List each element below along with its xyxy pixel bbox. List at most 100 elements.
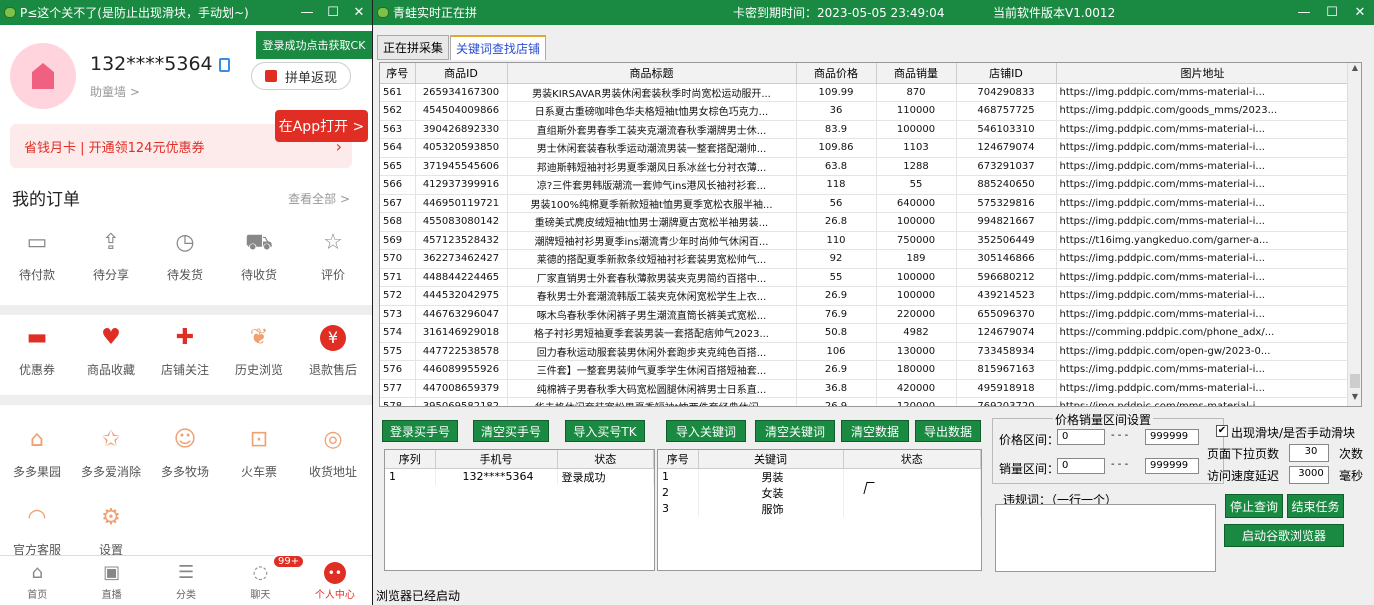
cell-title: 莱德的搭配夏季新款条纹短袖衬衫套装男宽松帅气... (507, 249, 797, 269)
table-row[interactable]: 571 448844224465 厂家直销男士外套春秋薄款男装夹克男简约百搭中...… (380, 268, 1350, 287)
table-row[interactable]: 561 265934167300 男装KIRSAVAR男装休闲套装秋季时尚宽松运动服… (380, 83, 1350, 102)
order-item-to-ship[interactable]: ◷ 待发货 (148, 230, 222, 305)
service-refund[interactable]: ¥ 退款售后 (296, 325, 370, 395)
import-keyword-button[interactable]: 导入关键词 (666, 420, 746, 442)
stop-query-button[interactable]: 停止查询 (1225, 494, 1283, 518)
service-favorites[interactable]: ♥ 商品收藏 (74, 325, 148, 395)
buyer-col-phone[interactable]: 手机号 (435, 450, 558, 469)
table-row[interactable]: 568 455083080142 重磅美式麂皮绒短袖t恤男士潮牌夏古宽松半袖男装..… (380, 212, 1350, 232)
table-row[interactable]: 1 132****5364 登录成功 (385, 468, 654, 485)
service-coupon[interactable]: ▬ 优惠券 (0, 325, 74, 395)
keyword-col-index[interactable]: 序号 (658, 450, 699, 469)
games-row: ⌂ 多多果园 ✩ 多多爱消除 ☺ 多多牧场 ⊡ 火车票 ◎ 收货地址 (0, 405, 372, 485)
nav-home[interactable]: ⌂ 首页 (0, 556, 74, 605)
keyword-col-status[interactable]: 状态 (843, 450, 981, 469)
scroll-thumb[interactable] (1350, 374, 1360, 388)
clear-buyer-button[interactable]: 清空买手号 (473, 420, 549, 442)
page-count-input[interactable]: 30 (1289, 444, 1329, 462)
avatar[interactable] (10, 43, 76, 109)
keyword-col-keyword[interactable]: 关键词 (698, 450, 844, 469)
tab-collect[interactable]: 正在拼采集 (377, 35, 450, 60)
wall-link[interactable]: 助童墙 > (90, 83, 140, 100)
cell-image-url: https://img.pddpic.com/mms-material-i... (1056, 268, 1350, 287)
tab-keyword-shop[interactable]: 关键词查找店铺 (450, 35, 547, 60)
service-followed-shops[interactable]: ✚ 店铺关注 (148, 325, 222, 395)
buyer-phone: 132****5364 (435, 468, 558, 485)
table-row[interactable]: 566 412937399916 凉?三件套男韩版潮流一套帅气ins港风长袖衬衫套.… (380, 175, 1350, 195)
sales-min-input[interactable]: 0 (1057, 458, 1105, 474)
game-match[interactable]: ✩ 多多爱消除 (74, 427, 148, 485)
scroll-down-icon[interactable]: ▼ (1348, 392, 1361, 406)
settings-item[interactable]: ⚙ 设置 (74, 505, 148, 557)
col-header-index[interactable]: 序号 (380, 63, 416, 84)
buyer-col-index[interactable]: 序列 (385, 450, 436, 469)
order-item-to-share[interactable]: ⇪ 待分享 (74, 230, 148, 305)
delay-input[interactable]: 3000 (1289, 466, 1329, 484)
order-item-unpaid[interactable]: ▭ 待付款 (0, 230, 74, 305)
maximize-button[interactable]: ☐ (1318, 5, 1346, 20)
banned-words-textarea[interactable] (995, 504, 1216, 572)
table-row[interactable]: 563 390426892330 直组斯外套男春季工装夹克潮流春秋季潮牌男士休...… (380, 120, 1350, 139)
customer-service[interactable]: ◠ 官方客服 (0, 505, 74, 557)
table-row[interactable]: 565 371945545606 邦迪斯韩短袖衬衫男夏季潮风日系冰丝七分衬衣薄...… (380, 157, 1350, 176)
open-in-app-button[interactable]: 在App打开 > (275, 110, 368, 142)
cell-index: 565 (380, 157, 416, 176)
grid-vertical-scrollbar[interactable]: ▲ ▼ (1347, 63, 1361, 406)
nav-live[interactable]: ▣ 直播 (74, 556, 148, 605)
close-button[interactable]: ✕ (1346, 5, 1374, 20)
table-row[interactable]: 573 446763296047 啄木鸟春秋季休闲裤子男生潮流直筒长裤美式宽松...… (380, 305, 1350, 324)
game-orchard[interactable]: ⌂ 多多果园 (0, 427, 74, 485)
order-item-to-receive[interactable]: ⛟ 待收货 (222, 230, 296, 305)
table-row[interactable]: 570 362273462427 莱德的搭配夏季新款条纹短袖衬衫套装男宽松帅气...… (380, 249, 1350, 269)
minimize-button[interactable]: — (294, 5, 320, 20)
nav-profile[interactable]: •• 个人中心 (298, 556, 372, 605)
table-row[interactable]: 564 405320593850 男士休闲套装春秋季运动潮流男装一整套搭配潮帅...… (380, 138, 1350, 158)
table-row[interactable]: 576 446089955926 三件套】一整套男装帅气夏季学生休闲百搭短袖套...… (380, 360, 1350, 380)
table-row[interactable]: 3 服饰 (658, 500, 981, 517)
close-button[interactable]: ✕ (346, 5, 372, 20)
clear-keyword-button[interactable]: 清空关键词 (755, 420, 835, 442)
buyer-col-status[interactable]: 状态 (557, 450, 654, 469)
maximize-button[interactable]: ☐ (320, 5, 346, 20)
table-row[interactable]: 567 446950119721 男装100%纯棉夏季新款短袖t恤男夏季宽松衣服半袖… (380, 194, 1350, 213)
cell-title: 男装KIRSAVAR男装休闲套装秋季时尚宽松运动服开... (507, 83, 797, 102)
export-data-button[interactable]: 导出数据 (915, 420, 981, 442)
table-row[interactable]: 572 444532042975 春秋男士外套潮流韩版工装夹克休闲宽松学生上衣...… (380, 286, 1350, 306)
table-row[interactable]: 1 男装 (658, 468, 981, 485)
table-row[interactable]: 2 女装 (658, 484, 981, 501)
share-icon: ⇪ (101, 230, 121, 255)
launch-browser-button[interactable]: 启动谷歌浏览器 (1224, 524, 1344, 547)
sales-max-input[interactable]: 999999 (1145, 458, 1199, 474)
game-ranch[interactable]: ☺ 多多牧场 (148, 427, 222, 485)
pindan-button[interactable]: 拼单返现 (251, 62, 351, 90)
table-row[interactable]: 577 447008659379 纯棉裤子男春秋季大码宽松圆腿休闲裤男士日系直...… (380, 379, 1350, 398)
scroll-up-icon[interactable]: ▲ (1348, 63, 1361, 77)
view-all-link[interactable]: 查看全部 > (288, 190, 350, 207)
minimize-button[interactable]: — (1290, 5, 1318, 20)
col-header-sales[interactable]: 商品销量 (876, 63, 957, 84)
shipping-address[interactable]: ◎ 收货地址 (296, 427, 370, 485)
col-header-shop-id[interactable]: 店铺ID (956, 63, 1057, 84)
table-row[interactable]: 569 457123528432 潮牌短袖衬衫男夏季ins潮流青少年时尚帅气休闲百.… (380, 231, 1350, 250)
get-ck-button[interactable]: 登录成功点击获取CK (256, 31, 372, 59)
order-item-review[interactable]: ☆ 评价 (296, 230, 370, 305)
col-header-price[interactable]: 商品价格 (796, 63, 877, 84)
slider-checkbox[interactable]: ✔ (1216, 425, 1228, 437)
service-history[interactable]: ❦ 历史浏览 (222, 325, 296, 395)
col-header-product-id[interactable]: 商品ID (415, 63, 508, 84)
table-row[interactable]: 574 316146929018 格子衬衫男短袖夏季套装男装一套搭配痞帅气2023.… (380, 323, 1350, 343)
train-tickets[interactable]: ⊡ 火车票 (222, 427, 296, 485)
clear-data-button[interactable]: 清空数据 (841, 420, 909, 442)
table-row[interactable]: 562 454504009866 日系夏古重磅咖啡色华夫格短袖t恤男女棕色巧克力..… (380, 101, 1350, 121)
table-row[interactable]: 578395069582182华夫格休闲套装宽松男夏季短袖t恤两件套经典休闲..… (380, 397, 1350, 406)
import-buyer-button[interactable]: 导入买号TK (565, 420, 645, 442)
nav-category[interactable]: ☰ 分类 (149, 556, 223, 605)
price-max-input[interactable]: 999999 (1145, 429, 1199, 445)
login-buyer-button[interactable]: 登录买手号 (382, 420, 458, 442)
table-row[interactable]: 575 447722538578 回力春秋运动服套装男休闲外套跑步夹克纯色百搭...… (380, 342, 1350, 361)
col-header-image-url[interactable]: 图片地址 (1056, 63, 1350, 84)
end-task-button[interactable]: 结束任务 (1287, 494, 1344, 518)
col-header-title[interactable]: 商品标题 (507, 63, 797, 84)
price-min-input[interactable]: 0 (1057, 429, 1105, 445)
cell-product-id: 362273462427 (415, 249, 508, 269)
